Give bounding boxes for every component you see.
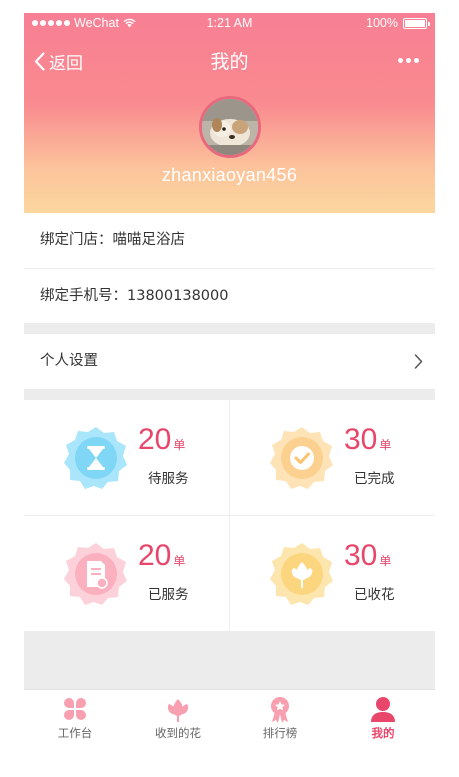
stat-completed[interactable]: 30 单 已完成 [230, 400, 435, 515]
personal-settings-row[interactable]: 个人设置 [24, 334, 435, 389]
stat-value: 30 单 [344, 423, 391, 457]
hourglass-icon [64, 427, 127, 489]
stat-label: 待服务 [148, 471, 189, 487]
avatar[interactable] [199, 96, 261, 158]
check-icon [270, 427, 333, 489]
bottom-tab-bar: 工作台 收到的花 排行榜 我的 [24, 689, 435, 765]
more-icon [398, 58, 403, 63]
tab-flowers-received[interactable]: 收到的花 [127, 695, 229, 741]
profile-header: WeChat 1:21 AM 100% 返回 我的 zhanxiaoyan456 [24, 13, 435, 213]
stat-number: 20 [138, 539, 172, 572]
username: zhanxiaoyan456 [161, 165, 298, 185]
stat-unit: 单 [379, 438, 392, 452]
flower-icon [270, 543, 333, 605]
more-button[interactable] [398, 58, 419, 63]
tab-mine[interactable]: 我的 [332, 695, 434, 741]
stat-unit: 单 [379, 554, 392, 568]
stat-label: 已服务 [148, 587, 189, 603]
stat-served[interactable]: 20 单 已服务 [24, 516, 229, 631]
tab-label: 收到的花 [155, 726, 201, 740]
document-icon [64, 543, 127, 605]
stat-number: 30 [344, 423, 378, 456]
tab-label: 我的 [371, 726, 395, 740]
stat-value: 20 单 [138, 423, 185, 457]
page-title: 我的 [210, 51, 249, 73]
phone-screen: WeChat 1:21 AM 100% 返回 我的 zhanxiaoyan456… [24, 13, 435, 765]
stat-flowers-received[interactable]: 30 单 已收花 [230, 516, 435, 631]
stat-unit: 单 [173, 438, 186, 452]
stat-number: 30 [344, 539, 378, 572]
bound-store-value: 喵喵足浴店 [112, 232, 186, 248]
stat-label: 已完成 [354, 471, 395, 487]
chevron-right-icon [414, 354, 423, 369]
binding-info: 绑定门店：喵喵足浴店 绑定手机号：13800138000 [24, 213, 435, 323]
workbench-icon [64, 698, 86, 720]
bound-phone-value: 13800138000 [127, 288, 229, 304]
user-icon [371, 697, 395, 722]
bound-store-label: 绑定门店： [40, 232, 113, 248]
stat-value: 20 单 [138, 539, 185, 573]
battery-info: 100% [366, 16, 430, 30]
battery-icon [403, 17, 430, 29]
stat-unit: 单 [173, 554, 186, 568]
dog-photo [202, 99, 258, 155]
ranking-icon [271, 697, 289, 723]
bound-store-row: 绑定门店：喵喵足浴店 [24, 213, 435, 268]
tab-ranking[interactable]: 排行榜 [229, 695, 331, 741]
nav-bar: 返回 我的 [24, 37, 435, 81]
bound-phone-row: 绑定手机号：13800138000 [24, 268, 435, 323]
bound-phone-label: 绑定手机号： [40, 288, 127, 304]
stat-pending-service[interactable]: 20 单 待服务 [24, 400, 229, 515]
tab-label: 工作台 [57, 726, 93, 740]
tab-workbench[interactable]: 工作台 [24, 695, 126, 741]
tab-label: 排行榜 [262, 726, 298, 740]
status-bar: WeChat 1:21 AM 100% [24, 13, 435, 35]
stat-label: 已收花 [354, 587, 395, 603]
stat-value: 30 单 [344, 539, 391, 573]
stat-number: 20 [138, 423, 172, 456]
personal-settings-label: 个人设置 [40, 353, 98, 369]
flower-icon [168, 699, 188, 722]
order-stats-grid: 20 单 待服务 30 单 已完成 20 单 已服务 30 单 已收花 [24, 400, 435, 631]
battery-percent: 100% [366, 16, 398, 30]
